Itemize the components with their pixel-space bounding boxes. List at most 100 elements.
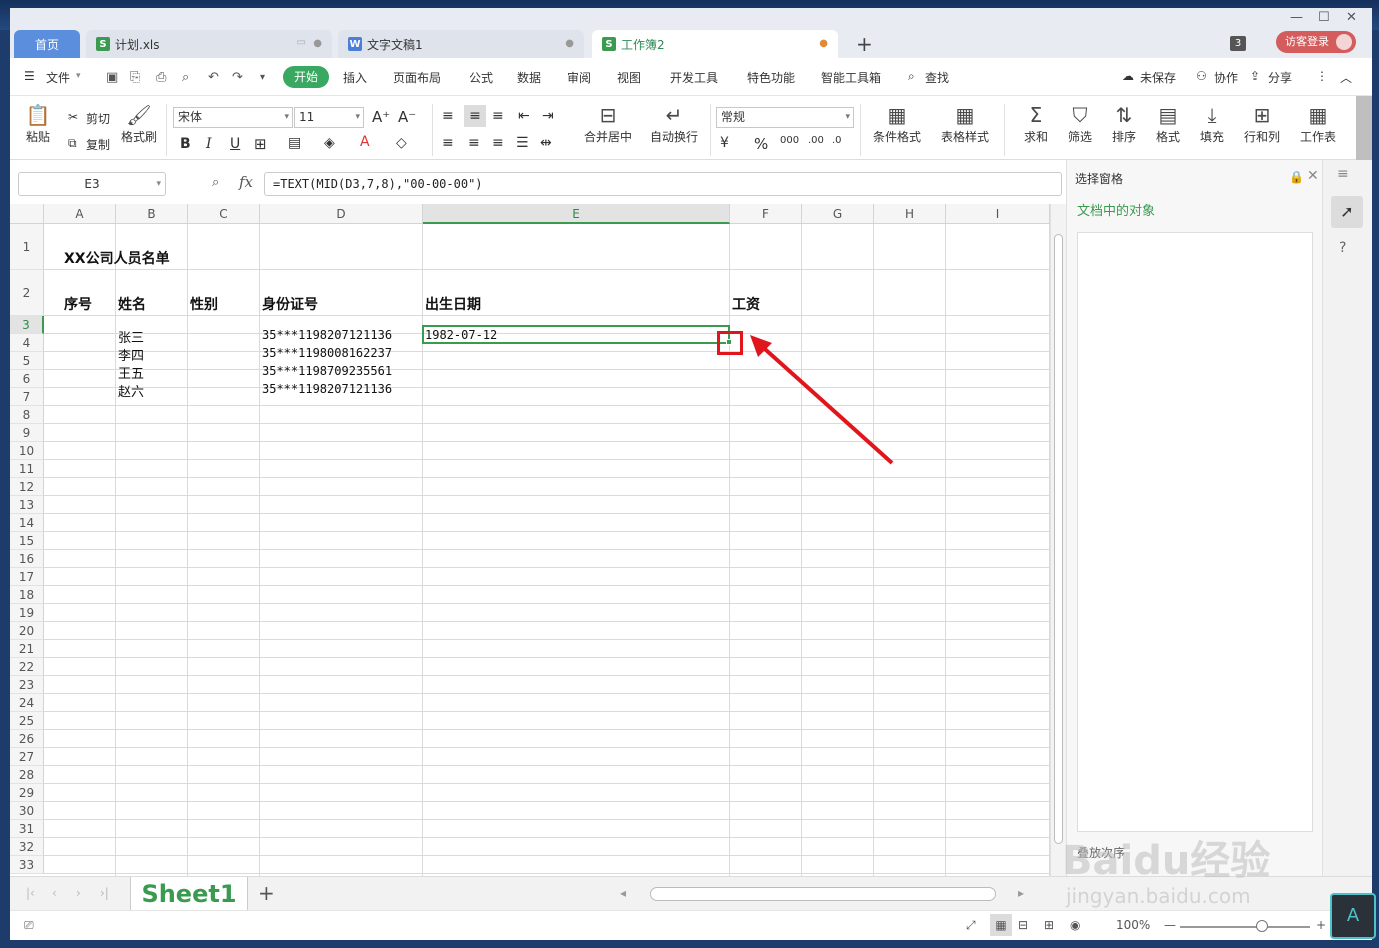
worksheet-button[interactable]: ▦ 工作表 (1294, 102, 1342, 145)
horizontal-scrollbar[interactable] (650, 887, 996, 901)
fill-handle[interactable] (726, 339, 732, 345)
macro-icon[interactable]: ⎚ (24, 918, 34, 933)
print-icon[interactable]: ⎙ (156, 70, 166, 85)
objects-list[interactable] (1077, 232, 1313, 832)
zoom-slider-track[interactable] (1180, 926, 1310, 928)
column-header-g[interactable]: G (802, 204, 874, 224)
font-color-icon[interactable]: A (360, 134, 370, 150)
row-header-28[interactable]: 28 (10, 766, 44, 784)
font-size-select[interactable]: 11 (294, 107, 364, 128)
column-header-i[interactable]: I (946, 204, 1050, 224)
row-header-29[interactable]: 29 (10, 784, 44, 802)
header-gender[interactable]: 性别 (190, 294, 218, 314)
menu-features[interactable]: 特色功能 (747, 69, 795, 86)
add-sheet-icon[interactable]: + (258, 881, 275, 905)
wrap-text-button[interactable]: ↵ 自动换行 (646, 102, 702, 145)
hamburger-icon[interactable]: ☰ (24, 69, 35, 83)
sum-button[interactable]: Σ 求和 (1018, 102, 1054, 145)
name-cell[interactable]: 李四 (118, 345, 144, 364)
name-cell[interactable]: 张三 (118, 327, 144, 346)
guest-login-button[interactable]: 访客登录 (1276, 31, 1356, 53)
row-header-15[interactable]: 15 (10, 532, 44, 550)
name-cell[interactable]: 赵六 (118, 381, 144, 400)
row-header-5[interactable]: 5 (10, 352, 44, 370)
first-sheet-icon[interactable]: |‹ (26, 886, 35, 900)
border-icon[interactable]: ⊞ (254, 135, 267, 153)
page-break-view-icon[interactable]: ⊟ (1018, 918, 1028, 932)
id-cell[interactable]: 35***1198207121136 (262, 328, 392, 342)
column-header-c[interactable]: C (188, 204, 260, 224)
unsaved-dot-icon[interactable]: ● (819, 38, 828, 49)
formula-input[interactable]: =TEXT(MID(D3,7,8),"00-00-00") (264, 172, 1062, 196)
currency-icon[interactable]: ¥ (720, 135, 729, 151)
distributed-icon[interactable]: ⇹ (540, 135, 552, 151)
id-cell[interactable]: 35***1198709235561 (262, 364, 392, 378)
row-header-11[interactable]: 11 (10, 460, 44, 478)
copy-icon[interactable]: ⧉ (68, 136, 77, 151)
normal-view-icon[interactable]: ▦ (990, 914, 1012, 936)
minimize-icon[interactable]: — (1290, 10, 1303, 25)
format-button[interactable]: ▤ 格式 (1150, 102, 1186, 145)
cell-style-icon[interactable]: ▤ (288, 135, 301, 151)
row-header-4[interactable]: 4 (10, 334, 44, 352)
menu-search[interactable]: 查找 (925, 69, 949, 86)
row-header-27[interactable]: 27 (10, 748, 44, 766)
menu-data[interactable]: 数据 (517, 69, 541, 86)
tab-home[interactable]: 首页 (14, 30, 80, 58)
justify-icon[interactable]: ☰ (516, 135, 529, 151)
redo-icon[interactable]: ↷ (232, 70, 243, 85)
header-birth[interactable]: 出生日期 (425, 294, 481, 314)
save-icon[interactable]: ▣ (106, 70, 118, 85)
decrease-font-icon[interactable]: A⁻ (398, 108, 416, 126)
tab-close-icon[interactable]: ● (565, 38, 574, 49)
row-header-12[interactable]: 12 (10, 478, 44, 496)
sort-button[interactable]: ⇅ 排序 (1106, 102, 1142, 145)
column-header-a[interactable]: A (44, 204, 116, 224)
menu-smart-toolbox[interactable]: 智能工具箱 (821, 69, 881, 86)
quick-access-more-icon[interactable]: ▾ (260, 72, 265, 83)
page-layout-view-icon[interactable]: ⊞ (1044, 918, 1054, 932)
lock-icon[interactable]: 🔒 (1289, 170, 1304, 184)
zoom-in-icon[interactable]: + (1316, 918, 1326, 932)
print-preview-icon[interactable]: ⌕ (182, 70, 189, 85)
row-header-8[interactable]: 8 (10, 406, 44, 424)
row-header-7[interactable]: 7 (10, 388, 44, 406)
clear-icon[interactable]: ◇ (396, 135, 407, 151)
tab-doc-writer[interactable]: W 文字文稿1 ● (338, 30, 584, 58)
row-header-6[interactable]: 6 (10, 370, 44, 388)
header-name[interactable]: 姓名 (118, 294, 146, 314)
header-seq[interactable]: 序号 (64, 294, 92, 314)
row-header-9[interactable]: 9 (10, 424, 44, 442)
merge-center-button[interactable]: ⊟ 合并居中 (578, 102, 638, 145)
hscroll-left-icon[interactable]: ◂ (620, 886, 626, 900)
search-icon[interactable]: ⌕ (908, 69, 915, 84)
table-style-button[interactable]: ▦ 表格样式 (934, 102, 996, 145)
maximize-icon[interactable]: ☐ (1318, 10, 1330, 25)
column-header-f[interactable]: F (730, 204, 802, 224)
conditional-format-button[interactable]: ▦ 条件格式 (866, 102, 928, 145)
vertical-scrollbar[interactable] (1050, 204, 1066, 876)
cut-label[interactable]: 剪切 (86, 110, 110, 127)
row-header-26[interactable]: 26 (10, 730, 44, 748)
header-id[interactable]: 身份证号 (262, 294, 318, 314)
percent-icon[interactable]: % (754, 135, 768, 153)
sheet-tab-sheet1[interactable]: Sheet1 (130, 877, 248, 911)
prev-sheet-icon[interactable]: ‹ (52, 886, 57, 900)
last-sheet-icon[interactable]: ›| (100, 886, 109, 900)
collapse-ribbon-icon[interactable]: ︿ (1340, 69, 1352, 86)
increase-font-icon[interactable]: A⁺ (372, 108, 390, 126)
align-left-icon[interactable]: ≡ (442, 135, 454, 151)
row-header-16[interactable]: 16 (10, 550, 44, 568)
pane-title[interactable]: 选择窗格 (1075, 170, 1123, 187)
row-header-17[interactable]: 17 (10, 568, 44, 586)
align-bottom-icon[interactable]: ≡ (492, 108, 504, 124)
thousands-icon[interactable]: 000 (780, 135, 799, 146)
title-cell[interactable]: XX公司人员名单 (64, 248, 170, 268)
next-sheet-icon[interactable]: › (76, 886, 81, 900)
indent-decrease-icon[interactable]: ⇤ (518, 108, 530, 124)
close-window-icon[interactable]: ✕ (1346, 10, 1357, 25)
unsaved-status[interactable]: 未保存 (1140, 69, 1176, 86)
row-header-20[interactable]: 20 (10, 622, 44, 640)
italic-icon[interactable]: I (206, 136, 212, 152)
menu-developer[interactable]: 开发工具 (670, 69, 718, 86)
